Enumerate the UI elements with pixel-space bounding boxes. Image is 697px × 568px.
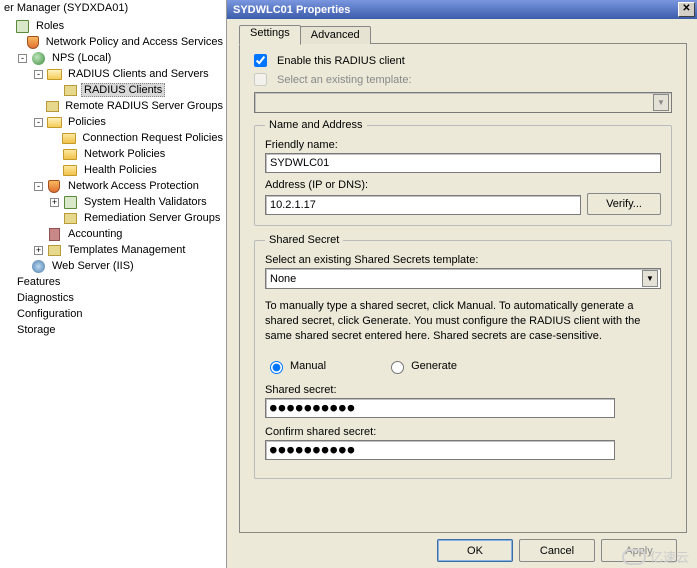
manual-radio-label[interactable]: Manual: [265, 358, 326, 374]
tree-node-np[interactable]: Network Policies: [2, 146, 226, 162]
tree-node-features[interactable]: Features: [2, 274, 226, 290]
tree-node-roles[interactable]: Roles: [2, 18, 226, 34]
dialog-button-row: OK Cancel Apply: [239, 533, 687, 568]
friendly-name-label: Friendly name:: [265, 139, 661, 151]
tree-label: Network Policy and Access Services: [43, 35, 226, 49]
mmc-tree-pane: er Manager (SYDXDA01) Roles Network Poli…: [0, 0, 227, 568]
expand-icon[interactable]: +: [50, 198, 59, 207]
collapse-icon[interactable]: -: [34, 182, 43, 191]
tree-node-remote-radius[interactable]: Remote RADIUS Server Groups: [2, 98, 226, 114]
close-button[interactable]: ✕: [678, 2, 695, 17]
titlebar[interactable]: SYDWLC01 Properties ✕: [227, 0, 697, 19]
tree-label: Policies: [65, 115, 109, 129]
tree-label: Remediation Server Groups: [81, 211, 223, 225]
tree: Roles Network Policy and Access Services…: [0, 16, 226, 338]
friendly-name-input[interactable]: [265, 153, 661, 173]
tree-label: Network Policies: [81, 147, 168, 161]
collapse-icon[interactable]: -: [34, 118, 43, 127]
ok-button[interactable]: OK: [437, 539, 513, 562]
tree-label: Diagnostics: [14, 291, 77, 305]
group-legend: Shared Secret: [265, 234, 343, 246]
tab-panel-settings: Enable this RADIUS client Select an exis…: [239, 43, 687, 533]
address-label: Address (IP or DNS):: [265, 179, 661, 191]
collapse-icon[interactable]: -: [34, 70, 43, 79]
apply-button[interactable]: Apply: [601, 539, 677, 562]
confirm-secret-label: Confirm shared secret:: [265, 426, 661, 438]
generate-radio-label[interactable]: Generate: [386, 358, 457, 374]
shared-secret-group: Shared Secret Select an existing Shared …: [254, 234, 672, 479]
properties-dialog: SYDWLC01 Properties ✕ Settings Advanced …: [227, 0, 697, 568]
tree-label: Accounting: [65, 227, 125, 241]
group-legend: Name and Address: [265, 119, 367, 131]
tree-label: Storage: [14, 323, 59, 337]
collapse-icon[interactable]: -: [18, 54, 27, 63]
tree-label: Connection Request Policies: [79, 131, 226, 145]
tree-label: Templates Management: [65, 243, 188, 257]
secret-template-combobox[interactable]: None ▼: [265, 268, 661, 289]
generate-radio[interactable]: [391, 361, 404, 374]
verify-button[interactable]: Verify...: [587, 193, 661, 215]
chevron-down-icon[interactable]: ▼: [642, 270, 658, 287]
tree-node-radius-clients[interactable]: RADIUS Clients: [2, 82, 226, 98]
expand-icon[interactable]: +: [34, 246, 43, 255]
tree-node-hp[interactable]: Health Policies: [2, 162, 226, 178]
address-input[interactable]: [265, 195, 581, 215]
manual-radio[interactable]: [270, 361, 283, 374]
secret-input[interactable]: [265, 398, 615, 418]
tree-node-diagnostics[interactable]: Diagnostics: [2, 290, 226, 306]
select-template-label: Select an existing template:: [277, 74, 412, 86]
template-combobox: ▼: [254, 92, 672, 113]
tree-label: RADIUS Clients: [81, 83, 165, 97]
tree-node-nps-local[interactable]: - NPS (Local): [2, 50, 226, 66]
secret-template-label: Select an existing Shared Secrets templa…: [265, 254, 661, 266]
confirm-secret-input[interactable]: [265, 440, 615, 460]
tab-strip: Settings Advanced: [239, 24, 687, 44]
tree-label: NPS (Local): [49, 51, 114, 65]
tree-node-npas[interactable]: Network Policy and Access Services: [2, 34, 226, 50]
enable-radius-checkbox[interactable]: [254, 54, 267, 67]
tree-node-nap[interactable]: - Network Access Protection: [2, 178, 226, 194]
tree-node-storage[interactable]: Storage: [2, 322, 226, 338]
chevron-down-icon: ▼: [653, 94, 669, 111]
dialog-title: SYDWLC01 Properties: [233, 4, 350, 16]
tree-label: Web Server (IIS): [49, 259, 137, 273]
tree-label: RADIUS Clients and Servers: [65, 67, 212, 81]
tree-label: Configuration: [14, 307, 85, 321]
tree-node-radius-cs[interactable]: - RADIUS Clients and Servers: [2, 66, 226, 82]
window-title: er Manager (SYDXDA01): [0, 0, 226, 16]
select-template-checkbox: [254, 73, 267, 86]
tree-node-crp[interactable]: Connection Request Policies: [2, 130, 226, 146]
tree-node-templates[interactable]: + Templates Management: [2, 242, 226, 258]
tree-label: System Health Validators: [81, 195, 210, 209]
tree-node-accounting[interactable]: Accounting: [2, 226, 226, 242]
cancel-button[interactable]: Cancel: [519, 539, 595, 562]
name-address-group: Name and Address Friendly name: Address …: [254, 119, 672, 226]
shared-secret-help: To manually type a shared secret, click …: [265, 299, 661, 344]
tree-label: Network Access Protection: [65, 179, 202, 193]
tree-node-rsg[interactable]: Remediation Server Groups: [2, 210, 226, 226]
combobox-value: None: [270, 273, 296, 285]
tree-node-web-iis[interactable]: Web Server (IIS): [2, 258, 226, 274]
tree-node-configuration[interactable]: Configuration: [2, 306, 226, 322]
tree-node-policies[interactable]: - Policies: [2, 114, 226, 130]
enable-radius-label: Enable this RADIUS client: [277, 55, 405, 67]
tab-advanced[interactable]: Advanced: [300, 26, 371, 44]
tree-label: Roles: [33, 19, 67, 33]
tree-label: Health Policies: [81, 163, 160, 177]
tree-label: Features: [14, 275, 63, 289]
tree-node-shv[interactable]: + System Health Validators: [2, 194, 226, 210]
secret-label: Shared secret:: [265, 384, 661, 396]
tree-label: Remote RADIUS Server Groups: [62, 99, 226, 113]
tab-settings[interactable]: Settings: [239, 25, 301, 45]
